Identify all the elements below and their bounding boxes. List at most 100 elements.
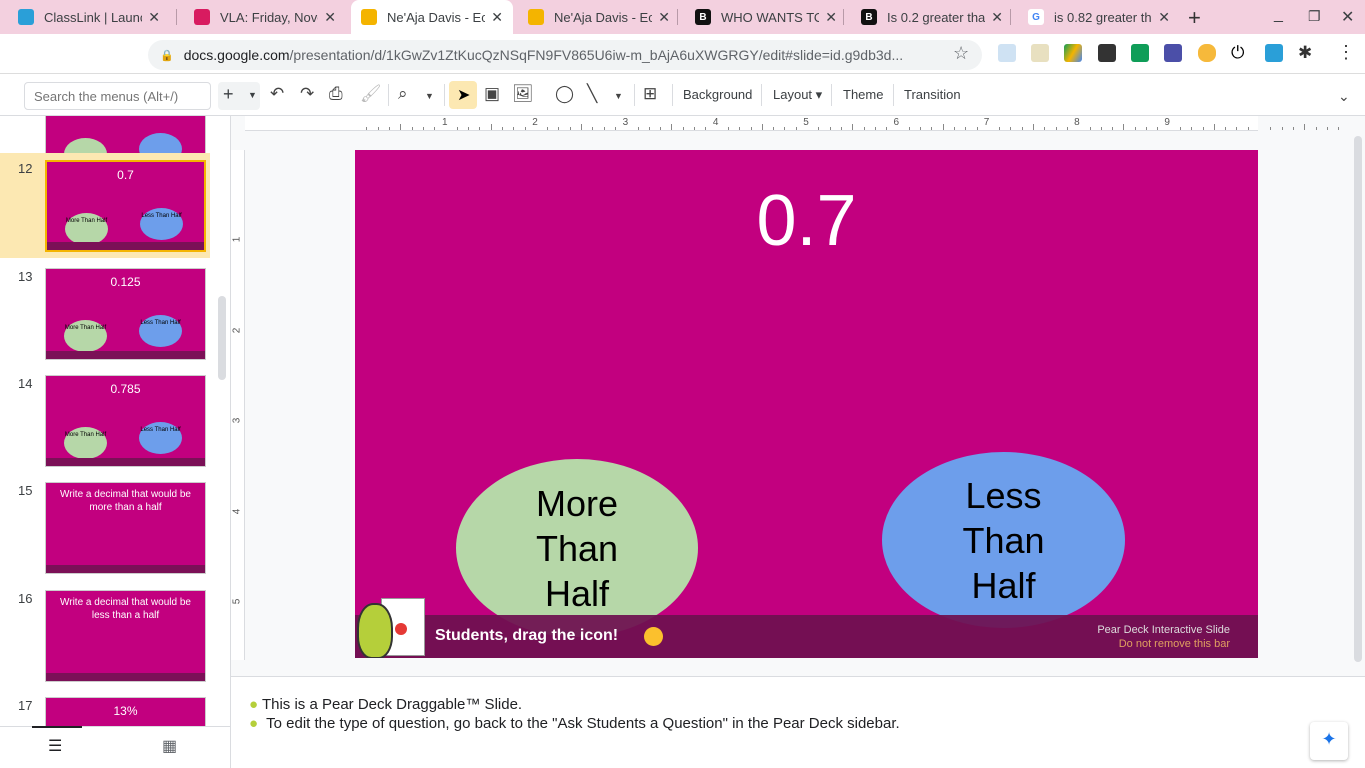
pear-deck-logo-icon xyxy=(355,593,425,658)
ruler-label: 9 xyxy=(1164,117,1170,128)
print-icon[interactable]: ⎙ xyxy=(329,84,343,104)
thumbnail-more-ellipse: More Than Half xyxy=(64,427,107,459)
slide-title[interactable]: 0.7 xyxy=(355,180,1258,262)
close-tab-icon[interactable]: ✕ xyxy=(1158,9,1170,26)
shape-icon[interactable]: ◯ xyxy=(555,84,574,104)
close-tab-icon[interactable]: ✕ xyxy=(148,9,160,26)
close-tab-icon[interactable]: ✕ xyxy=(491,9,503,26)
browser-tab[interactable]: Ne'Aja Davis - Echo ✕ xyxy=(518,0,680,34)
notes-line: ● This is a Pear Deck Draggable™ Slide. xyxy=(249,695,1365,714)
more-than-half-ellipse[interactable]: More Than Half xyxy=(456,459,698,637)
tab-title: WHO WANTS TO xyxy=(721,9,820,25)
maximize-button[interactable]: ❐ xyxy=(1308,8,1321,25)
extension-icon[interactable] xyxy=(1031,44,1049,62)
slide-number: 14 xyxy=(18,376,33,391)
pear-icon: ● xyxy=(249,696,259,713)
slide-thumbnail[interactable]: 0.125 More Than Half Less Than Half xyxy=(45,268,206,360)
pear-deck-label: Pear Deck Interactive Slide xyxy=(1097,624,1230,636)
paint-format-icon[interactable]: 🖌 xyxy=(360,84,382,104)
google-drive-icon[interactable] xyxy=(1064,44,1082,62)
ruler-label: 3 xyxy=(231,417,243,424)
qr-code-icon[interactable] xyxy=(1098,44,1116,62)
collapse-toolbar-icon[interactable]: ⌄ xyxy=(1338,88,1350,105)
close-tab-icon[interactable]: ✕ xyxy=(324,9,336,26)
slide-thumbnail[interactable]: 0.7 More Than Half Less Than Half xyxy=(45,160,206,252)
ruler-label: 8 xyxy=(1074,117,1080,128)
power-icon[interactable]: ⏻ xyxy=(1231,43,1244,63)
extension-icon[interactable] xyxy=(1164,44,1182,62)
ruler-label: 1 xyxy=(231,236,243,243)
line-icon[interactable]: ╲ xyxy=(587,84,597,104)
new-slide-button[interactable]: + ▼ xyxy=(218,82,260,110)
layout-button[interactable]: Layout ▾ xyxy=(773,87,822,103)
extensions-puzzle-icon[interactable]: ✱ xyxy=(1298,43,1312,63)
close-tab-icon[interactable]: ✕ xyxy=(991,9,1003,26)
add-comment-icon[interactable]: ⊞ xyxy=(643,84,657,104)
text-box-icon[interactable]: ▣ xyxy=(484,84,500,104)
pear-deck-bar: Students, drag the icon! Pear Deck Inter… xyxy=(355,598,1258,658)
classlink-icon[interactable] xyxy=(1265,44,1283,62)
browser-tab[interactable]: ClassLink | Launchpad ✕ xyxy=(8,0,170,34)
draggable-dot-icon[interactable] xyxy=(644,627,663,646)
list-view-icon[interactable]: ☰ xyxy=(48,736,62,756)
zoom-dropdown-icon[interactable]: ▼ xyxy=(425,91,434,101)
slide-thumbnail[interactable]: Write a decimal that would be less than … xyxy=(45,590,206,682)
browser-tab[interactable]: B Is 0.2 greater than ✕ xyxy=(851,0,1013,34)
minimize-button[interactable]: _ xyxy=(1274,6,1283,24)
browser-tab[interactable]: B WHO WANTS TO ✕ xyxy=(685,0,847,34)
ruler-label: 5 xyxy=(231,598,243,605)
thumbnail-title: Write a decimal that would be more than … xyxy=(60,489,191,513)
new-tab-button[interactable]: + xyxy=(1188,5,1201,31)
slide-thumbnail[interactable]: Write a decimal that would be more than … xyxy=(45,482,206,574)
filmstrip-scrollbar[interactable] xyxy=(218,296,226,380)
undo-icon[interactable]: ↶ xyxy=(270,84,284,104)
tab-favicon-icon xyxy=(361,9,377,25)
slide-canvas[interactable]: 0.7 More Than Half Less Than Half Studen… xyxy=(355,150,1258,658)
line-dropdown-icon[interactable]: ▼ xyxy=(614,91,623,101)
background-button[interactable]: Background xyxy=(683,87,752,102)
grid-view-icon[interactable]: ▦ xyxy=(162,736,177,756)
browser-tab[interactable]: Gis 0.82 greater than ✕ xyxy=(1018,0,1180,34)
theme-button[interactable]: Theme xyxy=(843,87,883,102)
ruler-label: 1 xyxy=(442,117,448,128)
thumbnail-title: 0.785 xyxy=(110,382,141,396)
google-classroom-icon[interactable] xyxy=(1131,44,1149,62)
less-than-half-ellipse[interactable]: Less Than Half xyxy=(882,452,1125,628)
thumbnail-less-ellipse: Less Than Half xyxy=(139,315,182,347)
close-window-button[interactable]: ✕ xyxy=(1341,7,1354,27)
tab-favicon-icon xyxy=(18,9,34,25)
close-tab-icon[interactable]: ✕ xyxy=(658,9,670,26)
url-input[interactable]: 🔒 docs.google.com/presentation/d/1kGwZv1… xyxy=(148,40,982,70)
zoom-icon[interactable]: ⌕ xyxy=(398,84,408,104)
tab-title: ClassLink | Launchpad xyxy=(44,9,142,25)
thumbnail-title: 0.7 xyxy=(117,168,134,182)
close-tab-icon[interactable]: ✕ xyxy=(825,9,837,26)
browser-menu-icon[interactable]: ⋮ xyxy=(1337,42,1355,63)
notes-text: This is a Pear Deck Draggable™ Slide. xyxy=(261,696,523,713)
url-path: /presentation/d/1kGwZv1ZtKucQzNSqFN9FV86… xyxy=(289,47,904,63)
redo-icon[interactable]: ↷ xyxy=(300,84,314,104)
tab-favicon-icon: B xyxy=(695,9,711,25)
search-menus-input[interactable] xyxy=(24,82,211,110)
slide-filmstrip: 12 0.7 More Than Half Less Than Half 13 0.125… xyxy=(0,116,231,768)
browser-tab[interactable]: Ne'Aja Davis - Echo ✕ xyxy=(351,0,513,34)
tab-favicon-icon xyxy=(194,9,210,25)
bookmark-star-icon[interactable]: ☆ xyxy=(953,43,969,64)
transition-button[interactable]: Transition xyxy=(904,87,961,102)
explore-button[interactable]: ✦ xyxy=(1310,722,1348,760)
slide-thumbnail[interactable]: 0.785 More Than Half Less Than Half xyxy=(45,375,206,467)
speaker-notes[interactable]: ● This is a Pear Deck Draggable™ Slide. … xyxy=(231,676,1365,768)
vertical-ruler[interactable]: 1 2 3 4 5 xyxy=(231,150,245,660)
extension-icon[interactable] xyxy=(998,44,1016,62)
slide-number: 13 xyxy=(18,269,33,284)
pear-icon: ● xyxy=(249,715,259,732)
horizontal-ruler[interactable]: 1 2 3 4 5 6 7 8 9 xyxy=(245,116,1340,131)
ruler-label: 2 xyxy=(231,327,243,333)
tab-favicon-icon: B xyxy=(861,9,877,25)
browser-tab[interactable]: VLA: Friday, November ✕ xyxy=(184,0,346,34)
canvas-scrollbar[interactable] xyxy=(1354,136,1362,662)
select-tool-button[interactable]: ➤ xyxy=(449,81,477,109)
thumbs-up-icon[interactable] xyxy=(1198,44,1216,62)
image-icon[interactable]: 🖼 xyxy=(512,84,534,104)
tab-favicon-icon xyxy=(528,9,544,25)
